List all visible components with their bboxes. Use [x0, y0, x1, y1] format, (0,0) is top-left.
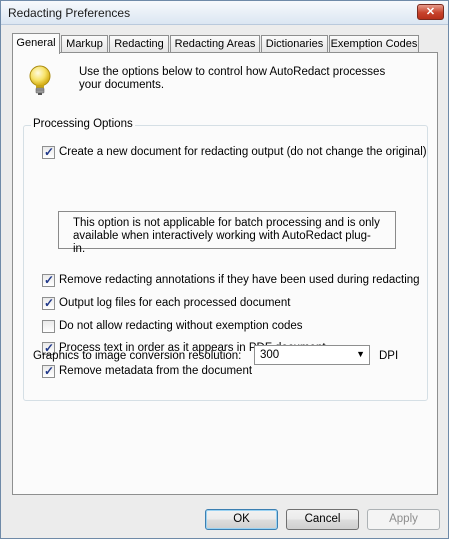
- checkmark-icon: ✓: [44, 364, 55, 378]
- checkbox[interactable]: ✓: [42, 296, 55, 310]
- lightbulb-icon: [29, 65, 51, 95]
- checkbox[interactable]: ✓: [42, 145, 55, 159]
- group-title: Processing Options: [31, 118, 135, 130]
- tab-general[interactable]: General: [12, 33, 60, 54]
- resolution-label: Graphics to image conversion resolution:: [33, 350, 242, 362]
- close-button[interactable]: ✕: [417, 4, 444, 20]
- intro-text: Use the options below to control how Aut…: [79, 66, 386, 91]
- tab-strip: General Markup Redacting Redacting Areas…: [12, 33, 432, 54]
- tab-redacting-areas[interactable]: Redacting Areas: [170, 35, 260, 53]
- checkmark-icon: ✓: [44, 273, 55, 287]
- ok-button[interactable]: OK: [205, 509, 278, 530]
- resolution-unit: DPI: [379, 350, 399, 362]
- window-title: Redacting Preferences: [8, 6, 131, 20]
- apply-button[interactable]: Apply: [367, 509, 440, 530]
- option-label: Output log files for each processed docu…: [59, 297, 291, 309]
- resolution-select[interactable]: 300 ▼: [254, 345, 370, 365]
- title-bar[interactable]: Redacting Preferences ✕: [1, 1, 448, 25]
- checkmark-icon: ✓: [44, 296, 55, 310]
- option-label: Remove redacting annotations if they hav…: [59, 274, 420, 286]
- option-label: Remove metadata from the document: [59, 365, 253, 377]
- batch-note: This option is not applicable for batch …: [58, 211, 396, 255]
- tab-markup[interactable]: Markup: [61, 35, 108, 53]
- checkbox[interactable]: [42, 320, 55, 333]
- chevron-down-icon: ▼: [356, 349, 365, 359]
- tab-dictionaries[interactable]: Dictionaries: [261, 35, 328, 53]
- checkbox[interactable]: ✓: [42, 273, 55, 287]
- cancel-button[interactable]: Cancel: [286, 509, 359, 530]
- option-label: Create a new document for redacting outp…: [59, 146, 427, 158]
- preferences-dialog: Redacting Preferences ✕ General Markup R…: [0, 0, 449, 539]
- checkbox[interactable]: ✓: [42, 364, 55, 378]
- tab-redacting[interactable]: Redacting: [109, 35, 169, 53]
- option-label: Do not allow redacting without exemption…: [59, 320, 303, 332]
- tab-exemption-codes[interactable]: Exemption Codes: [329, 35, 419, 53]
- general-panel: Use the options below to control how Aut…: [12, 52, 438, 495]
- resolution-value: 300: [260, 349, 280, 361]
- checkmark-icon: ✓: [44, 145, 55, 159]
